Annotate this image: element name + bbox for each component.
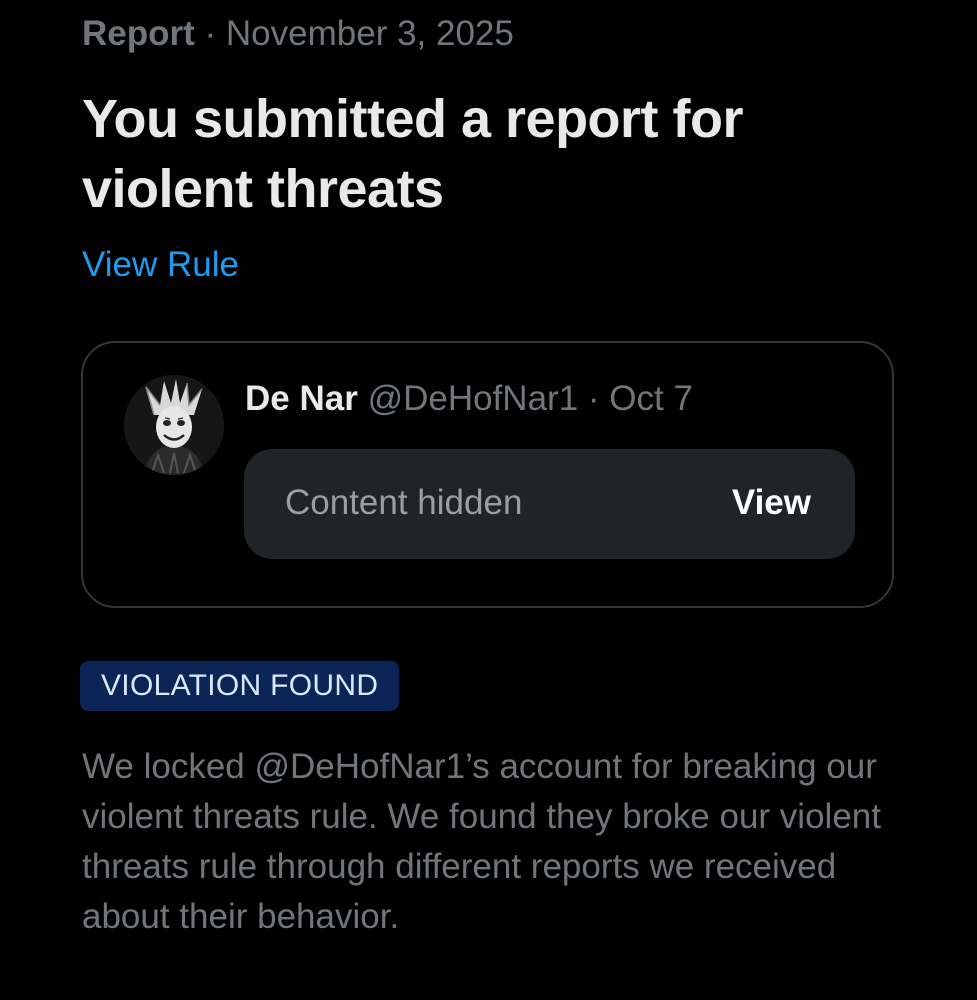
hidden-content-box: Content hidden View <box>244 449 855 559</box>
post-header: De Nar @DeHofNar1 · Oct 7 <box>245 377 693 421</box>
jester-mask-avatar-icon <box>124 375 224 475</box>
report-meta: Report · November 3, 2025 <box>82 12 514 56</box>
author-handle[interactable]: @DeHofNar1 <box>368 379 579 418</box>
report-kind: Report <box>82 14 195 53</box>
report-date: November 3, 2025 <box>225 14 514 53</box>
author-name[interactable]: De Nar <box>245 379 358 418</box>
reported-post-card: De Nar @DeHofNar1 · Oct 7 Content hidden… <box>81 341 894 608</box>
post-separator: · <box>587 379 600 418</box>
status-badge: VIOLATION FOUND <box>80 661 400 711</box>
meta-separator: · <box>204 14 217 53</box>
view-rule-link[interactable]: View Rule <box>82 242 239 288</box>
avatar[interactable] <box>124 375 224 475</box>
content-hidden-label: Content hidden <box>285 483 523 522</box>
outcome-description: We locked @DeHofNar1’s account for break… <box>82 747 881 936</box>
page-title: You submitted a report for violent threa… <box>82 89 744 219</box>
post-date[interactable]: Oct 7 <box>609 379 693 418</box>
view-hidden-content-button[interactable]: View <box>732 481 811 525</box>
